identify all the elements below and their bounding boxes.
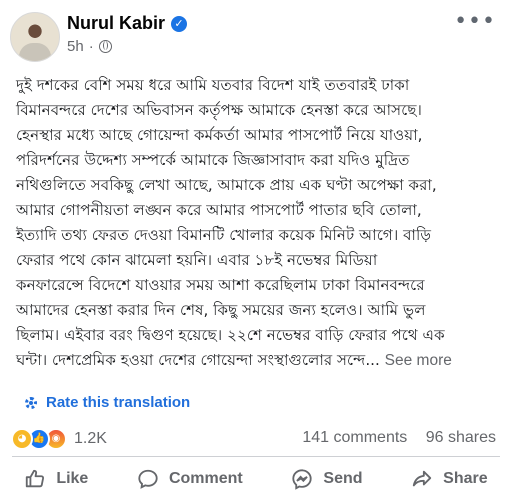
comment-icon (138, 469, 158, 489)
meta-separator: · (88, 38, 94, 55)
rate-translation-label: Rate this translation (46, 394, 191, 411)
send-label: Send (323, 470, 363, 487)
like-button[interactable]: Like (24, 468, 88, 490)
author-row: Nurul Kabir ✓ (67, 13, 188, 34)
sad-reaction-icon: ◕ (11, 428, 33, 450)
share-label: Share (443, 470, 488, 487)
gear-icon (25, 396, 37, 409)
actions-divider (12, 456, 500, 457)
post-body: দুই দশকের বেশি সময় ধরে আমি যতবার বিদেশ … (16, 73, 504, 373)
verified-badge-icon: ✓ (171, 15, 188, 32)
comments-count[interactable]: 141 comments (302, 429, 407, 446)
globe-icon (98, 40, 112, 53)
share-button[interactable]: Share (411, 468, 488, 490)
post-text: দুই দশকের বেশি সময় ধরে আমি যতবার বিদেশ … (16, 76, 445, 369)
more-options-button[interactable]: ••• (454, 11, 496, 33)
reactions-summary[interactable]: ◕ 👍 ◉ 1.2K (11, 428, 107, 450)
post-meta: 5h · (67, 38, 112, 55)
author-avatar[interactable] (10, 12, 60, 62)
comment-button[interactable]: Comment (137, 468, 243, 490)
like-label: Like (56, 470, 89, 487)
engagement-stats: 141 comments 96 shares (288, 429, 496, 447)
action-bar: Like Comment Send Share (0, 462, 512, 496)
share-arrow-icon (412, 470, 432, 487)
post-header: Nurul Kabir ✓ 5h · ••• (0, 0, 512, 70)
post-time[interactable]: 5h (67, 38, 84, 55)
comment-label: Comment (168, 470, 243, 487)
reaction-count: 1.2K (74, 430, 107, 447)
shares-count[interactable]: 96 shares (426, 429, 496, 446)
avatar-figure (19, 43, 51, 61)
send-button[interactable]: Send (291, 468, 363, 490)
messenger-icon (292, 469, 313, 490)
author-name[interactable]: Nurul Kabir (67, 13, 165, 34)
thumbs-up-icon (26, 469, 45, 488)
see-more-link[interactable]: See more (385, 352, 452, 369)
rate-translation-link[interactable]: Rate this translation (25, 394, 190, 411)
